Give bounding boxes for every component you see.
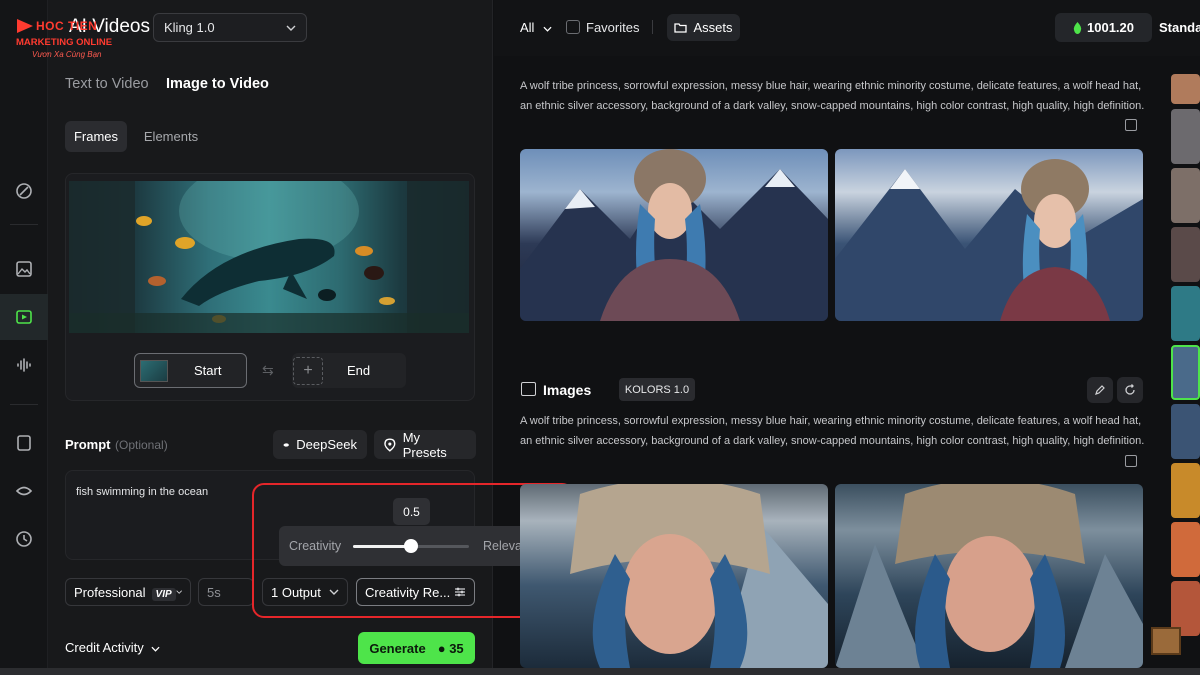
deepseek-button[interactable]: DeepSeek xyxy=(273,430,367,459)
underwater-scene xyxy=(69,181,469,333)
history-thumb[interactable] xyxy=(1171,74,1200,104)
history-thumb[interactable] xyxy=(1171,463,1200,518)
left-rail xyxy=(0,0,48,668)
history-thumb[interactable] xyxy=(1171,227,1200,282)
copy-icon[interactable] xyxy=(1125,119,1137,131)
history-thumb[interactable] xyxy=(1171,168,1200,223)
mascot-icon xyxy=(1151,627,1181,655)
section-title: Images xyxy=(543,382,592,398)
favorites-label: Favorites xyxy=(586,20,640,35)
wolf-portrait xyxy=(835,484,1143,668)
wolf-portrait xyxy=(570,484,828,668)
tab-text-to-video[interactable]: Text to Video xyxy=(65,76,149,92)
subtab-frames[interactable]: Frames xyxy=(65,121,127,152)
mode-select[interactable]: Professional VIP xyxy=(65,578,191,606)
duration-select[interactable]: 5s xyxy=(198,578,254,606)
logo-brand: HOC TIEN xyxy=(36,19,98,33)
pencil-icon xyxy=(1095,385,1105,395)
folder-icon xyxy=(674,23,688,33)
model-select-value: Kling 1.0 xyxy=(164,20,215,35)
result-image-1[interactable] xyxy=(520,149,828,321)
tab-image-to-video[interactable]: Image to Video xyxy=(166,76,269,92)
mode-value: Professional xyxy=(74,584,146,600)
credit-label: Credit Activity xyxy=(65,640,144,655)
chevron-down-icon xyxy=(543,26,552,32)
model-badge: KOLORS 1.0 xyxy=(619,378,695,401)
swap-icon[interactable]: ⇆ xyxy=(262,362,274,379)
mountain-portrait xyxy=(835,159,1143,321)
end-label: End xyxy=(347,363,371,378)
presets-label: My Presets xyxy=(402,429,447,460)
start-frame-image[interactable] xyxy=(69,181,469,333)
credits-value: 1001.20 xyxy=(1087,20,1134,35)
result-image-2[interactable] xyxy=(835,149,1143,321)
generate-cost: 35 xyxy=(449,640,464,656)
favorites-checkbox[interactable] xyxy=(566,20,580,34)
plan-label[interactable]: Standa xyxy=(1159,20,1200,35)
my-presets-button[interactable]: My Presets xyxy=(374,429,476,460)
history-thumb[interactable] xyxy=(1171,404,1200,459)
chevron-down-icon xyxy=(151,646,160,652)
logo-subtitle: MARKETING ONLINE xyxy=(16,37,113,48)
audio-icon[interactable] xyxy=(0,342,48,388)
end-frame-button[interactable]: + End xyxy=(292,353,406,388)
start-thumbnail xyxy=(140,359,168,382)
chevron-down-icon xyxy=(175,590,182,594)
credits-balance[interactable]: 1001.20 xyxy=(1055,13,1152,42)
generate-label: Generate xyxy=(369,640,426,656)
credit-activity[interactable]: Credit Activity xyxy=(65,640,160,655)
eye-icon[interactable] xyxy=(0,468,48,514)
duration-value: 5s xyxy=(207,584,221,600)
plus-icon: + xyxy=(293,356,323,385)
rail-divider xyxy=(10,404,38,405)
edit-button[interactable] xyxy=(1087,377,1113,403)
history-thumb[interactable] xyxy=(1171,286,1200,341)
library-icon[interactable] xyxy=(0,420,48,466)
pin-icon xyxy=(384,437,396,452)
filter-all[interactable]: All xyxy=(520,20,552,35)
prompt-optional: (Optional) xyxy=(115,438,168,452)
app-window: AI Videos HOC TIEN MARKETING ONLINE Vươn… xyxy=(0,0,1200,675)
history-icon[interactable] xyxy=(0,516,48,562)
image-icon[interactable] xyxy=(0,246,48,292)
generation-prompt-2: A wolf tribe princess, sorrowful express… xyxy=(520,415,1145,447)
rail-divider xyxy=(10,224,38,225)
window-bottom-bar xyxy=(0,668,1200,675)
flame-icon: ● xyxy=(437,640,446,656)
assets-button[interactable]: Assets xyxy=(667,14,740,41)
history-thumb[interactable] xyxy=(1171,109,1200,164)
logo: HOC TIEN MARKETING ONLINE Vươn Xa Cùng B… xyxy=(12,18,132,62)
topbar-divider xyxy=(652,20,653,34)
regenerate-button[interactable] xyxy=(1117,377,1143,403)
chevron-down-icon xyxy=(286,25,296,31)
vip-badge: VIP xyxy=(151,587,176,601)
refresh-icon xyxy=(1125,384,1135,395)
filter-all-label: All xyxy=(520,20,535,35)
flame-icon xyxy=(1073,21,1082,34)
model-select[interactable]: Kling 1.0 xyxy=(153,13,307,42)
logo-play-icon xyxy=(17,19,33,33)
prompt-text: fish swimming in the ocean xyxy=(76,486,209,498)
result-image-4[interactable] xyxy=(835,484,1143,668)
prompt-label: Prompt xyxy=(65,437,111,452)
start-label: Start xyxy=(194,363,222,378)
logo-tagline: Vươn Xa Cùng Bạn xyxy=(32,50,102,59)
start-frame-button[interactable]: Start xyxy=(134,353,247,388)
assets-label: Assets xyxy=(693,20,733,35)
copy-icon[interactable] xyxy=(1125,455,1137,467)
mountain-portrait xyxy=(520,149,828,321)
subtab-elements[interactable]: Elements xyxy=(135,121,207,152)
brush-icon[interactable] xyxy=(0,168,48,214)
video-icon[interactable] xyxy=(0,294,48,340)
generation-prompt-1: A wolf tribe princess, sorrowful express… xyxy=(520,80,1145,112)
history-thumb-selected[interactable] xyxy=(1171,345,1200,400)
history-strip xyxy=(1171,74,1200,668)
generate-button[interactable]: Generate ● 35 xyxy=(358,632,475,664)
deepseek-label: DeepSeek xyxy=(296,437,357,452)
result-image-3[interactable] xyxy=(520,484,828,668)
history-thumb[interactable] xyxy=(1171,522,1200,577)
images-section-icon xyxy=(521,382,536,396)
whale-icon xyxy=(283,442,289,447)
